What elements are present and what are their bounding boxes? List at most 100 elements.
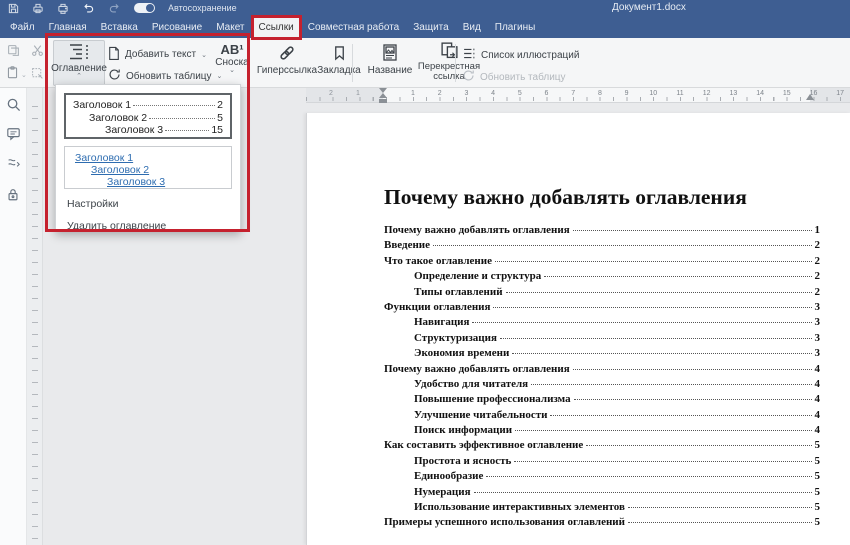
indent-marker[interactable] [379,88,388,103]
toc-entry[interactable]: Улучшение читабельности 4 [384,409,820,424]
add-text-button[interactable]: Добавить текст ⌄ [108,46,207,63]
menu-tab[interactable]: Файл [5,18,40,37]
table-of-contents-button[interactable]: Оглавление ⌃ [53,40,105,86]
toc-entry[interactable]: Единообразие 5 [384,470,820,485]
caption-button[interactable]: Название [364,43,416,76]
toc-entry[interactable]: Структуризация 3 [384,332,820,347]
menu-tab[interactable]: Совместная работа [303,18,405,37]
toc-entry-page: 3 [815,301,821,313]
menu-tab-label: Совместная работа [308,22,400,33]
ruler-number: 14 [754,90,766,97]
toc-style-numbered-option[interactable]: Заголовок 1 2 Заголовок 2 5 Заголовок 3 … [64,93,232,139]
toc-entry[interactable]: Простота и ясность 5 [384,455,820,470]
hyperlink-icon [278,44,296,65]
copy-icon[interactable] [7,44,20,62]
menu-tab[interactable]: Ссылки [254,18,299,37]
menu-tab[interactable]: Вставка [96,18,143,37]
track-changes-icon[interactable] [6,157,21,175]
search-icon[interactable] [6,97,21,117]
toc-entry-page: 5 [815,486,821,498]
dot-leader [433,245,811,246]
figures-list-button[interactable]: Список иллюстраций [462,47,579,63]
toc-entry[interactable]: Поиск информации 4 [384,424,820,439]
save-icon[interactable] [8,3,19,14]
add-text-label: Добавить текст [125,49,196,60]
footnote-button[interactable]: AB¹ Сноска ⌄ [209,42,255,73]
toc-entry[interactable]: Экономия времени 3 [384,347,820,362]
paste-icon[interactable] [6,65,19,84]
vertical-ruler[interactable] [27,88,43,545]
dot-leader [506,292,812,293]
toc-settings-menu-item[interactable]: Настройки [67,198,119,210]
horizontal-ruler[interactable]: 2 1 1 2 3 4 5 6 7 8 9 10 11 12 13 14 15 … [306,88,850,103]
dot-leader [574,399,812,400]
cut-icon[interactable] [31,44,44,62]
autosave-toggle[interactable] [134,3,155,13]
bookmark-icon [332,44,347,65]
toc-entry[interactable]: Что такое оглавление 2 [384,255,820,270]
menu-tab[interactable]: Вид [458,18,486,37]
menu-tab[interactable]: Макет [211,18,249,37]
toc-entry[interactable]: Определение и структура 2 [384,270,820,285]
update-table-disabled-label: Обновить таблицу [480,72,566,83]
toc-preview-link: Заголовок 1 [75,152,221,164]
toc-entry[interactable]: Типы оглавлений 2 [384,286,820,301]
dot-leader [474,492,812,493]
toc-entry-page: 4 [815,378,821,390]
toc-entry[interactable]: Введение 2 [384,239,820,254]
toc-entry[interactable]: Нумерация 5 [384,486,820,501]
toc-entry[interactable]: Использование интерактивных элементов 5 [384,501,820,516]
document-page[interactable]: Почему важно добавлять оглавления Почему… [306,113,850,545]
toc-entry[interactable]: Функции оглавления 3 [384,301,820,316]
toc-entry-label: Удобство для читателя [414,378,528,390]
toc-entry-label: Единообразие [414,470,483,482]
quick-print-icon[interactable] [57,3,69,14]
toc-remove-menu-item[interactable]: Удалить оглавление [67,220,166,232]
paste-dropdown-chevron-icon[interactable]: ⌄ [21,71,27,79]
toc-entry-page: 5 [815,455,821,467]
undo-icon[interactable] [82,3,95,14]
ruler-number: 10 [647,90,659,97]
toc-entry[interactable]: Почему важно добавлять оглавления 4 [384,363,820,378]
chevron-down-icon: ⌄ [217,72,223,80]
toc-entry[interactable]: Почему важно добавлять оглавления 1 [384,224,820,239]
print-icon[interactable] [32,3,44,14]
redo-icon[interactable] [108,3,121,14]
toc-entry-page: 3 [815,316,821,328]
menu-tab[interactable]: Плагины [490,18,541,37]
menu-tab[interactable]: Главная [44,18,92,37]
toc-preview-label: Заголовок 1 [73,99,131,112]
toc-entry-page: 2 [815,270,821,282]
toc-entry[interactable]: Как составить эффективное оглавление 5 [384,439,820,454]
ruler-number: 17 [834,90,846,97]
dot-leader [628,522,812,523]
toc-preview-label: Заголовок 3 [105,124,163,137]
select-icon[interactable] [31,67,44,85]
menu-tab[interactable]: Защита [408,18,453,37]
toc-style-links-option[interactable]: Заголовок 1 Заголовок 2 Заголовок 3 [64,146,232,189]
dot-leader [544,276,811,277]
dot-leader [486,476,811,477]
toc-entry[interactable]: Навигация 3 [384,316,820,331]
update-table-button[interactable]: Обновить таблицу ⌄ [108,68,222,84]
autosave-label: Автосохранение [168,3,237,13]
right-indent-marker[interactable] [806,94,814,100]
hyperlink-button[interactable]: Гиперссылка [258,44,316,76]
comments-icon[interactable] [6,127,21,146]
toc-entry[interactable]: Примеры успешного использования оглавлен… [384,516,820,531]
ruler-number: 7 [567,90,579,97]
toc-entry-label: Структуризация [414,332,497,344]
document-heading: Почему важно добавлять оглавления [384,185,820,210]
toc-preview-row: Заголовок 2 5 [73,112,223,125]
dot-leader [531,384,811,385]
menu-tab[interactable]: Рисование [147,18,207,37]
toc-preview-label: Заголовок 2 [89,112,147,125]
lock-icon[interactable] [6,187,20,207]
toc-preview-page: 15 [211,124,223,137]
toc-entry[interactable]: Удобство для читателя 4 [384,378,820,393]
dot-leader [165,130,209,131]
toc-entry[interactable]: Повышение профессионализма 4 [384,393,820,408]
toc-preview-page: 5 [217,112,223,125]
bookmark-button[interactable]: Закладка [316,44,362,76]
toc-entry-label: Улучшение читабельности [414,409,547,421]
